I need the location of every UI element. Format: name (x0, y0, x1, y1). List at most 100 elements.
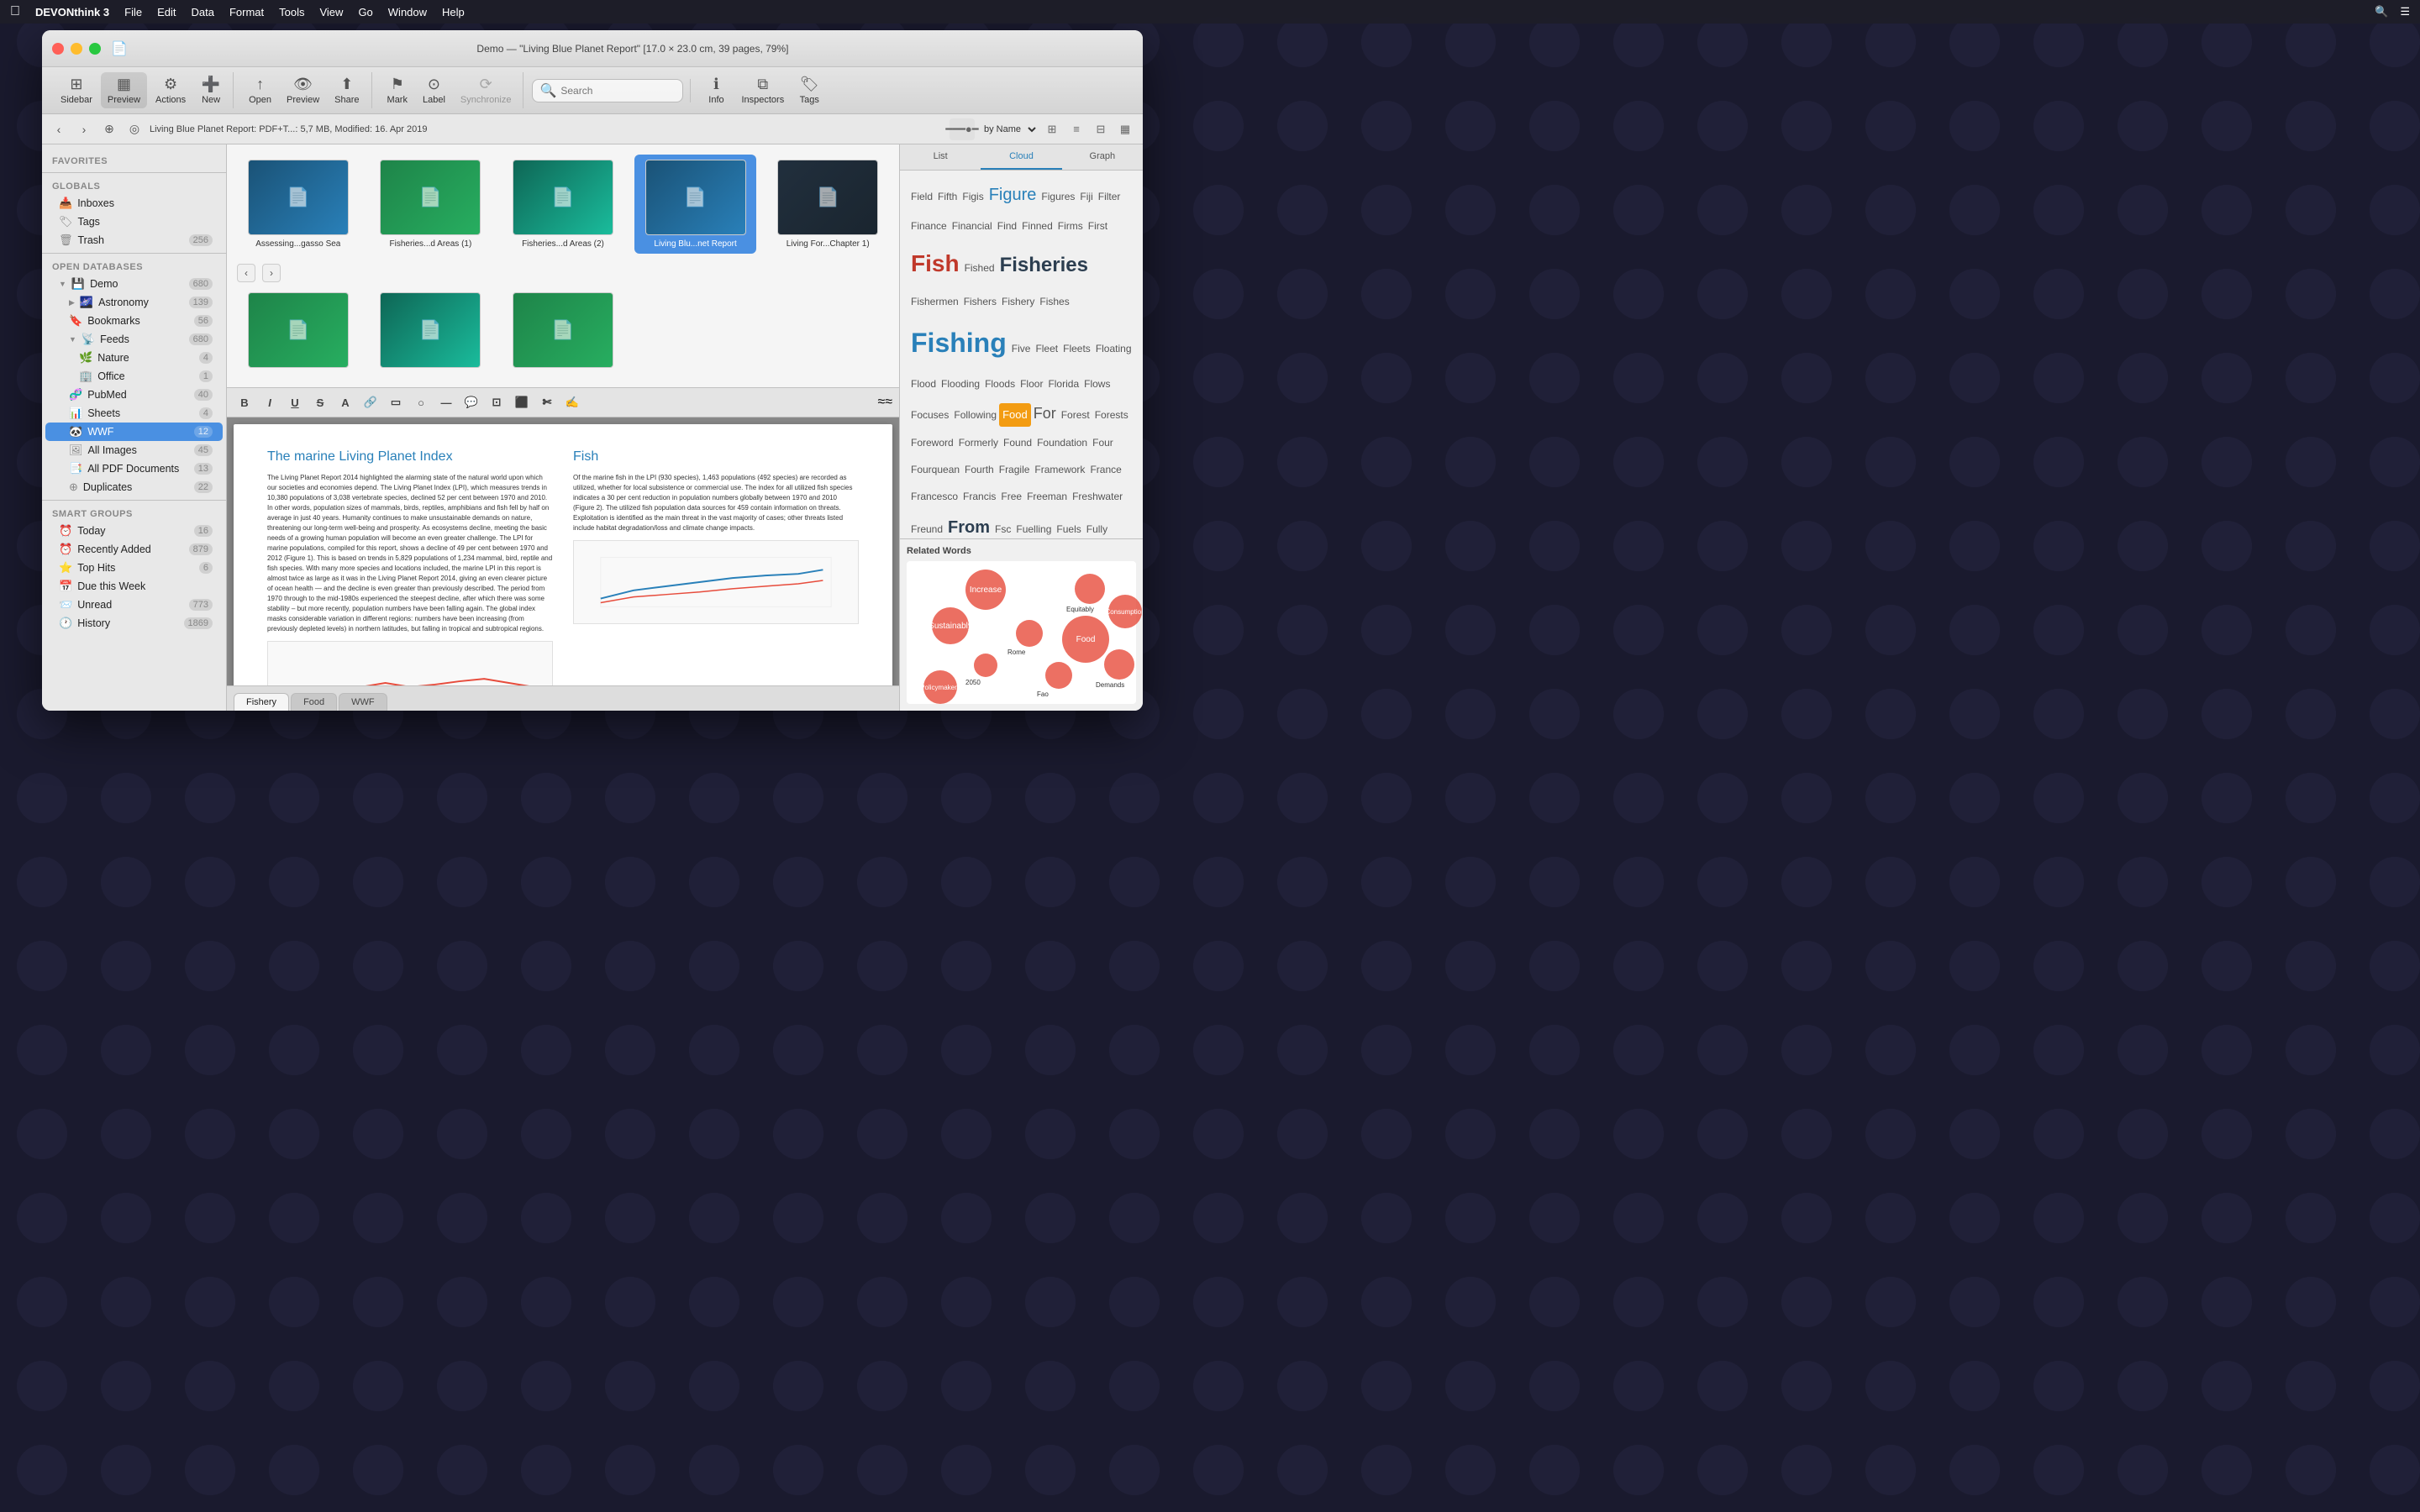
word-financial[interactable]: Financial (950, 215, 995, 237)
word-five[interactable]: Five (1009, 338, 1034, 360)
text-box-button[interactable]: ⊡ (486, 391, 508, 413)
sidebar-item-tags[interactable]: 🏷 Tags (45, 213, 223, 231)
sidebar-item-today[interactable]: ⏰ Today 16 (45, 522, 223, 540)
word-filter[interactable]: Filter (1096, 186, 1123, 207)
inspectors-button[interactable]: ⧉ Inspectors (734, 72, 791, 108)
bubble-rome[interactable] (1016, 620, 1043, 647)
apple-menu[interactable]:  (10, 4, 20, 19)
italic-button[interactable]: I (259, 391, 281, 413)
open-button[interactable]: ↑ Open (242, 72, 278, 108)
go-menu[interactable]: Go (358, 6, 372, 18)
bubble-policymakers[interactable]: Policymakers (923, 670, 957, 704)
word-focuses[interactable]: Focuses (908, 404, 951, 426)
search-container[interactable]: 🔍 (532, 79, 683, 102)
word-francis[interactable]: Francis (960, 486, 998, 507)
doc-thumb-3[interactable]: 📄 Living Blu...net Report (634, 155, 757, 254)
prev-page-button[interactable]: ‹ (237, 264, 255, 282)
circle-button[interactable]: ○ (410, 391, 432, 413)
word-food[interactable]: Food (999, 403, 1031, 427)
bubble-consumption[interactable]: Consumption (1108, 595, 1142, 628)
format-menu[interactable]: Format (229, 6, 264, 18)
rp-tab-list[interactable]: List (900, 144, 981, 170)
doc-thumb-1[interactable]: 📄 Fisheries...d Areas (1) (370, 155, 492, 254)
word-floor[interactable]: Floor (1018, 373, 1045, 395)
help-menu[interactable]: Help (442, 6, 465, 18)
word-fourquean[interactable]: Fourquean (908, 459, 962, 480)
waveform-view-button[interactable]: ▦ (1114, 120, 1136, 139)
word-freshwater[interactable]: Freshwater (1070, 486, 1125, 507)
sidebar-item-top-hits[interactable]: ⭐ Top Hits 6 (45, 559, 223, 577)
word-foundation[interactable]: Foundation (1034, 432, 1090, 454)
sidebar-item-astronomy[interactable]: ▶ 🌌 Astronomy 139 (45, 293, 223, 312)
back-button[interactable]: ‹ (49, 119, 69, 139)
word-figis[interactable]: Figis (960, 186, 986, 207)
preview-toggle-button[interactable]: ▦ Preview (101, 72, 147, 108)
word-fishery[interactable]: Fishery (999, 291, 1037, 312)
word-francesco[interactable]: Francesco (908, 486, 960, 507)
tab-fishery[interactable]: Fishery (234, 693, 289, 711)
doc-thumb-4[interactable]: 📄 Living For...Chapter 1) (766, 155, 889, 254)
mark-button[interactable]: ⚑ Mark (381, 72, 414, 108)
label-button[interactable]: ⊙ Label (416, 72, 452, 108)
minimize-button[interactable] (71, 43, 82, 55)
word-foreword[interactable]: Foreword (908, 432, 956, 454)
list-view-button[interactable]: ≡ (1065, 120, 1087, 139)
word-found[interactable]: Found (1001, 432, 1034, 454)
actions-button[interactable]: ⚙ Actions (149, 72, 192, 108)
word-for[interactable]: For (1031, 397, 1059, 429)
sidebar-item-sheets[interactable]: 📊 Sheets 4 (45, 404, 223, 423)
bubble-food[interactable]: Food (1062, 616, 1109, 663)
tags-button[interactable]: 🏷 Tags (792, 72, 826, 108)
rect-button[interactable]: ▭ (385, 391, 407, 413)
word-fuels[interactable]: Fuels (1054, 518, 1083, 538)
strikethrough-button[interactable]: S (309, 391, 331, 413)
word-freeman[interactable]: Freeman (1024, 486, 1070, 507)
sidebar-item-recently-added[interactable]: ⏰ Recently Added 879 (45, 540, 223, 559)
new-button[interactable]: ➕ New (194, 72, 228, 108)
sidebar-item-pubmed[interactable]: 🧬 PubMed 40 (45, 386, 223, 404)
tools-menu[interactable]: Tools (279, 6, 304, 18)
sidebar-item-bookmarks[interactable]: 🔖 Bookmarks 56 (45, 312, 223, 330)
view-menu[interactable]: View (319, 6, 343, 18)
word-forests[interactable]: Forests (1092, 404, 1131, 426)
bubble-demands[interactable] (1104, 649, 1134, 680)
sidebar-item-unread[interactable]: 📨 Unread 773 (45, 596, 223, 614)
filter-button[interactable]: ◎ (124, 119, 145, 139)
word-fuelling[interactable]: Fuelling (1013, 518, 1054, 538)
columns-view-button[interactable]: ⊟ (1090, 120, 1112, 139)
grid-view-button[interactable]: ⊞ (1041, 120, 1063, 139)
synchronize-button[interactable]: ⟳ Synchronize (454, 72, 518, 108)
word-fishers[interactable]: Fishers (961, 291, 999, 312)
word-fifth[interactable]: Fifth (935, 186, 960, 207)
word-fleet[interactable]: Fleet (1033, 338, 1060, 360)
word-four[interactable]: Four (1090, 432, 1116, 454)
word-firms[interactable]: Firms (1055, 215, 1086, 237)
word-framework[interactable]: Framework (1032, 459, 1087, 480)
word-fragile[interactable]: Fragile (997, 459, 1033, 480)
bubble-increase[interactable]: Increase (965, 570, 1006, 610)
menubar-list-icon[interactable]: ☰ (2400, 5, 2410, 18)
signature-button[interactable]: ✍ (561, 391, 583, 413)
word-fisheries[interactable]: Fisheries (997, 244, 1091, 286)
underline-button[interactable]: U (284, 391, 306, 413)
word-freund[interactable]: Freund (908, 518, 945, 538)
sidebar-item-inboxes[interactable]: 📥 Inboxes (45, 194, 223, 213)
word-fully[interactable]: Fully (1084, 518, 1110, 538)
doc-thumb-row2-0[interactable]: 📄 (237, 287, 360, 377)
sort-select[interactable]: by Name by Date by Size (977, 122, 1039, 137)
bubble-equitably[interactable] (1075, 574, 1105, 604)
word-flooding[interactable]: Flooding (939, 373, 982, 395)
sidebar-item-feeds[interactable]: ▼ 📡 Feeds 680 (45, 330, 223, 349)
word-floods[interactable]: Floods (982, 373, 1018, 395)
close-button[interactable] (52, 43, 64, 55)
bubble-2050[interactable] (974, 654, 997, 677)
crop-button[interactable]: ✄ (536, 391, 558, 413)
rp-tab-graph[interactable]: Graph (1062, 144, 1143, 170)
word-fleets[interactable]: Fleets (1060, 338, 1093, 360)
word-from[interactable]: From (945, 510, 992, 538)
word-finned[interactable]: Finned (1019, 215, 1055, 237)
doc-thumb-2[interactable]: 📄 Fisheries...d Areas (2) (502, 155, 624, 254)
sidebar-item-trash[interactable]: 🗑 Trash 256 (45, 231, 223, 249)
word-figure[interactable]: Figure (986, 177, 1039, 213)
line-button[interactable]: — (435, 391, 457, 413)
